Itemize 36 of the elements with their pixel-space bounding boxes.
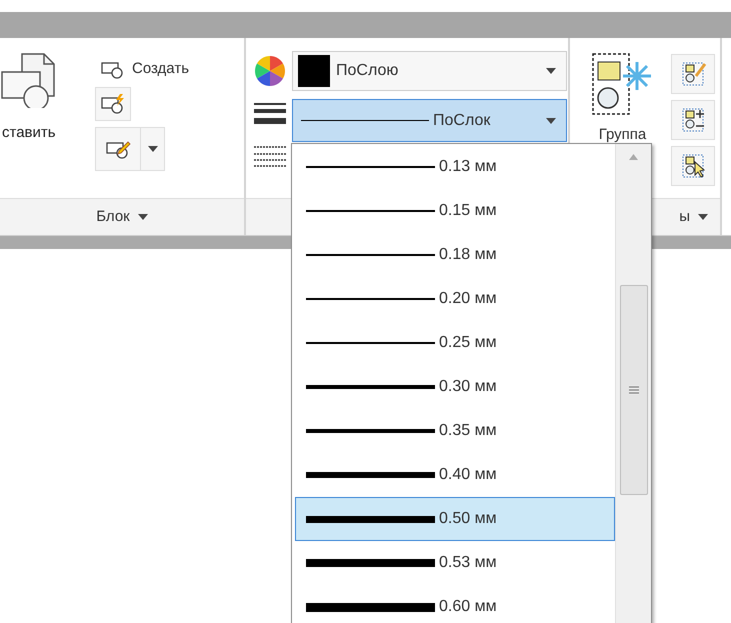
block-lightning-icon <box>100 94 126 114</box>
block-edit-icon <box>105 138 131 158</box>
lineweight-option[interactable]: 0.35 мм <box>295 409 615 453</box>
caret-icon <box>148 146 158 152</box>
caret-icon <box>546 68 556 74</box>
edit-attributes-button[interactable] <box>95 126 165 170</box>
lineweight-option[interactable]: 0.15 мм <box>295 189 615 233</box>
insert-label: ставить <box>2 123 56 143</box>
lineweight-option[interactable]: 0.13 мм <box>295 145 615 189</box>
lineweight-option[interactable]: 0.30 мм <box>295 365 615 409</box>
grip-icon <box>628 386 638 394</box>
lineweight-dropdown[interactable]: ПоСлок <box>292 99 567 142</box>
lineweight-option[interactable]: 0.60 мм <box>295 585 615 623</box>
scrollbar-thumb[interactable] <box>620 285 648 495</box>
scrollbar[interactable] <box>615 144 651 623</box>
lineweight-option[interactable]: 0.18 мм <box>295 233 615 277</box>
lineweight-option[interactable]: 0.53 мм <box>295 541 615 585</box>
color-swatch <box>298 55 330 87</box>
lineweight-option[interactable]: 0.40 мм <box>295 453 615 497</box>
lineweight-option[interactable]: 0.50 мм <box>295 497 615 541</box>
color-wheel-icon[interactable] <box>254 55 286 87</box>
linetype-icon[interactable] <box>254 145 286 169</box>
group-select-button[interactable] <box>671 146 715 186</box>
block-editor-button[interactable] <box>95 86 131 120</box>
group-edit-button[interactable] <box>671 54 715 94</box>
groups-panel-footer[interactable]: ы <box>679 206 708 228</box>
lineweight-option[interactable]: 0.20 мм <box>295 277 615 321</box>
lineweight-option[interactable]: 0.25 мм <box>295 321 615 365</box>
block-panel-footer[interactable]: Блок <box>0 198 244 235</box>
group-add-remove-button[interactable] <box>671 100 715 140</box>
create-block-button[interactable]: Создать <box>100 58 190 80</box>
color-dropdown[interactable]: ПоСлою <box>292 51 567 91</box>
caret-icon <box>698 214 708 220</box>
caret-icon <box>138 214 148 220</box>
caret-icon <box>546 118 556 124</box>
group-label: Группа <box>598 125 646 145</box>
